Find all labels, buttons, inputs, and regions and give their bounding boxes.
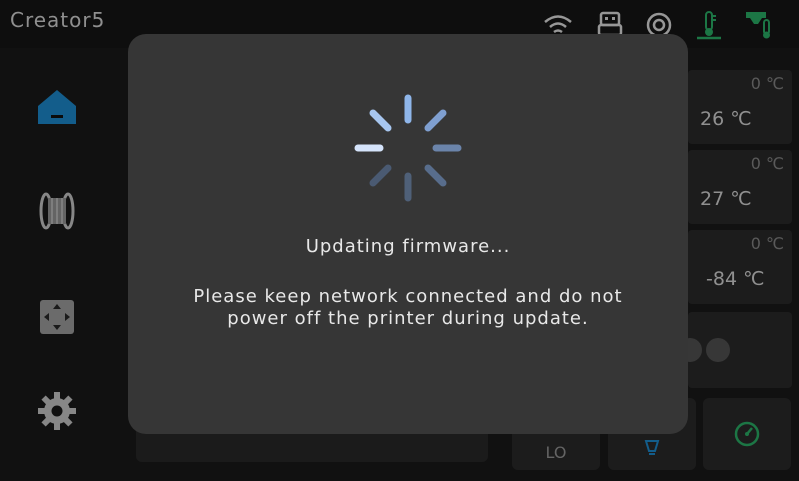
dialog-message-line: Please keep network connected and do not <box>193 286 623 307</box>
dialog-message-line: power off the printer during update. <box>227 308 589 329</box>
dialog-message: Please keep network connected and do not… <box>168 286 648 330</box>
dialog-title: Updating firmware... <box>305 236 511 257</box>
loading-spinner-icon <box>350 90 466 206</box>
firmware-update-dialog: Updating firmware... Please keep network… <box>128 34 688 434</box>
